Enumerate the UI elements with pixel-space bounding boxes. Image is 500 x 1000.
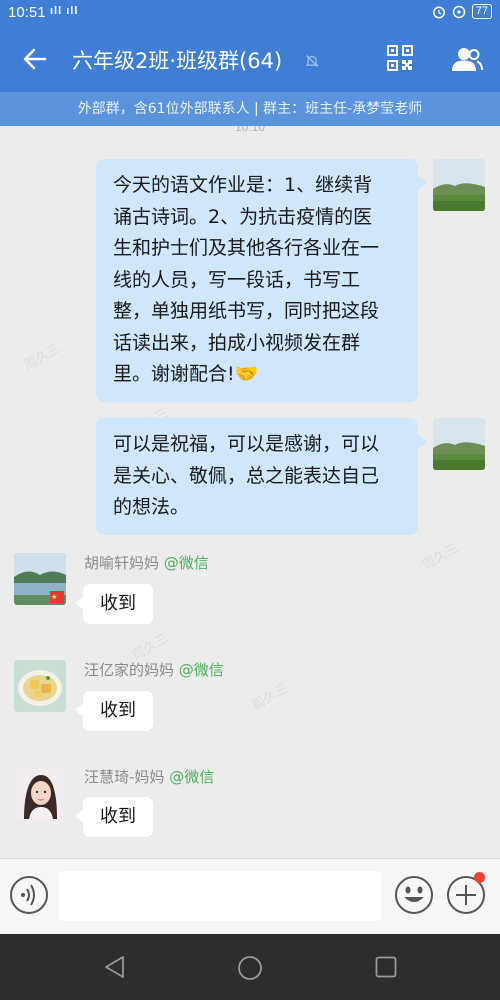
status-time: 10:51 bbox=[8, 4, 46, 21]
wechat-tag: @微信 bbox=[169, 768, 215, 786]
chat-area[interactable]: 10:10 周久三 周久三 周久三 周久三 周久三 今天的语文作业是：1、继续背… bbox=[0, 126, 500, 858]
food-avatar-icon bbox=[14, 660, 66, 712]
status-right-icons: 77 bbox=[432, 4, 492, 19]
nav-back-icon[interactable] bbox=[103, 955, 127, 979]
watermark: 周久三 bbox=[419, 540, 462, 574]
chat-title: 六年级2班·班级群(64) bbox=[72, 49, 283, 73]
qr-code-icon[interactable] bbox=[387, 45, 413, 71]
girl-avatar[interactable] bbox=[14, 767, 66, 819]
emoji-icon[interactable] bbox=[394, 875, 434, 915]
message-line: 今天的语文作业是：1、继续背 bbox=[113, 174, 373, 196]
message-input[interactable] bbox=[59, 871, 381, 921]
food-avatar[interactable] bbox=[14, 660, 66, 712]
sender-name: 胡喻轩妈妈 @微信 bbox=[84, 552, 209, 573]
incoming-message[interactable]: 收到 bbox=[75, 797, 153, 837]
voice-icon[interactable] bbox=[9, 875, 49, 915]
message-line: 话读出来，拍成小视频发在群 bbox=[113, 331, 361, 354]
outgoing-message[interactable]: 可以是祝福，可以是感谢，可以 是关心、敬佩，总之能表达自己 的想法。 bbox=[96, 418, 427, 535]
incoming-message[interactable]: 收到 bbox=[75, 584, 153, 624]
watermark: 周久三 bbox=[21, 340, 64, 374]
status-bar: 10:51 ıll ıll 77 bbox=[0, 0, 500, 26]
back-arrow-icon[interactable] bbox=[20, 44, 50, 74]
message-line: 里。谢谢配合!🤝 bbox=[113, 359, 400, 391]
title-bar: 六年级2班·班级群(64) bbox=[0, 26, 500, 92]
message-line: 整，单独用纸书写，同时把这段 bbox=[113, 300, 380, 322]
notification-dot bbox=[474, 872, 485, 883]
members-icon[interactable] bbox=[451, 46, 483, 72]
watermark: 周久三 bbox=[249, 680, 292, 714]
signal-icon: ıll ıll bbox=[50, 5, 79, 17]
message-line: 的想法。 bbox=[113, 496, 190, 518]
sender-name-text: 汪亿家的妈妈 bbox=[84, 661, 175, 679]
message-line: 诵古诗词。2、为抗击疫情的医 bbox=[113, 205, 373, 228]
message-text: 里。谢谢配合! bbox=[113, 363, 235, 385]
landscape-avatar-icon bbox=[433, 159, 485, 211]
lake-avatar-icon bbox=[14, 553, 66, 605]
landscape-avatar-icon bbox=[433, 418, 485, 470]
message-timestamp: 10:10 bbox=[234, 126, 266, 134]
sender-name: 汪亿家的妈妈 @微信 bbox=[84, 659, 224, 680]
nav-home-icon[interactable] bbox=[237, 955, 263, 981]
my-avatar[interactable] bbox=[433, 418, 485, 470]
wechat-tag: @微信 bbox=[163, 554, 209, 572]
alarm-icon bbox=[432, 6, 445, 18]
wechat-tag: @微信 bbox=[178, 661, 224, 679]
message-line: 是关心、敬佩，总之能表达自己 bbox=[113, 464, 380, 487]
sender-name-text: 胡喻轩妈妈 bbox=[84, 554, 160, 572]
message-line: 生和护士们及其他各行各业在一 bbox=[113, 237, 380, 259]
my-avatar[interactable] bbox=[433, 159, 485, 211]
group-info-bar[interactable]: 外部群，含61位外部联系人 | 群主：班主任-承梦莹老师 bbox=[0, 92, 500, 126]
mute-icon bbox=[305, 55, 319, 67]
message-line: 可以是祝福，可以是感谢，可以 bbox=[113, 433, 380, 455]
clock-icon bbox=[452, 5, 465, 18]
sender-name-text: 汪慧琦-妈妈 bbox=[84, 768, 165, 786]
lake-avatar[interactable] bbox=[14, 553, 66, 605]
input-bar bbox=[0, 858, 500, 934]
nav-recent-icon[interactable] bbox=[375, 956, 397, 978]
message-line: 线的人员，写一段话，书写工 bbox=[113, 268, 361, 291]
handshake-emoji-icon: 🤝 bbox=[234, 363, 259, 385]
girl-avatar-icon bbox=[14, 767, 66, 819]
sender-name: 汪慧琦-妈妈 @微信 bbox=[84, 766, 214, 787]
system-nav-bar bbox=[0, 934, 500, 1000]
battery-icon: 77 bbox=[471, 4, 492, 19]
incoming-message[interactable]: 收到 bbox=[75, 691, 153, 731]
outgoing-message[interactable]: 今天的语文作业是：1、继续背 诵古诗词。2、为抗击疫情的医 生和护士们及其他各行… bbox=[96, 159, 427, 402]
